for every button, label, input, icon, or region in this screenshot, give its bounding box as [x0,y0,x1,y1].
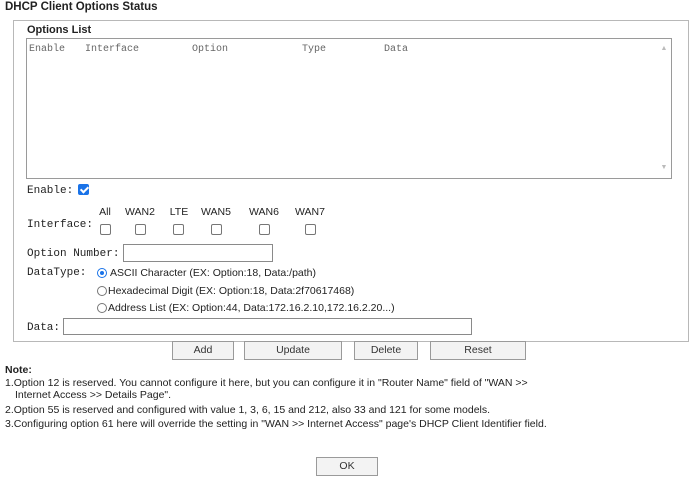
enable-label: Enable: [27,185,74,197]
ok-button[interactable]: OK [316,457,378,476]
delete-button[interactable]: Delete [354,341,418,360]
datatype-ascii-radio[interactable] [97,268,107,278]
option-number-input[interactable] [123,244,273,262]
interface-wan6-checkbox[interactable] [259,224,270,235]
datatype-address-radio[interactable] [97,303,107,313]
datatype-hex-label: Hexadecimal Digit (EX: Option:18, Data:2… [108,285,355,297]
update-button[interactable]: Update [244,341,342,360]
data-label: Data: [27,322,61,334]
options-listbox[interactable]: Enable Interface Option Type Data ▲ ▼ [26,38,672,179]
datatype-label: DataType: [27,267,87,279]
options-list-title: Options List [27,24,92,36]
interface-wan5-label: WAN5 [201,206,231,218]
datatype-ascii-label: ASCII Character (EX: Option:18, Data:/pa… [110,267,317,279]
interface-all-label: All [99,206,111,218]
note-line-1-cont: Internet Access >> Details Page". [15,389,172,401]
page-title: DHCP Client Options Status [5,1,158,13]
note-line-2: 2.Option 55 is reserved and configured w… [5,404,491,416]
interface-wan7-label: WAN7 [295,206,325,218]
add-button[interactable]: Add [172,341,234,360]
interface-all-checkbox[interactable] [100,224,111,235]
scroll-up-icon[interactable]: ▲ [660,45,668,53]
note-line-3: 3.Configuring option 61 here will overri… [5,418,547,430]
column-enable: Enable [29,44,66,55]
interface-wan2-label: WAN2 [125,206,155,218]
datatype-address-label: Address List (EX: Option:44, Data:172.16… [108,302,395,314]
interface-wan2-checkbox[interactable] [135,224,146,235]
note-line-1: 1.Option 12 is reserved. You cannot conf… [5,377,528,389]
column-interface: Interface [85,44,140,55]
interface-label: Interface: [27,219,94,231]
column-type: Type [302,44,327,55]
datatype-hex-radio[interactable] [97,286,107,296]
note-title: Note: [5,364,32,376]
column-option: Option [192,44,229,55]
interface-wan7-checkbox[interactable] [305,224,316,235]
column-data: Data [384,44,409,55]
data-input[interactable] [63,318,472,335]
reset-button[interactable]: Reset [430,341,526,360]
option-number-label: Option Number: [27,248,120,260]
interface-wan6-label: WAN6 [249,206,279,218]
interface-lte-label: LTE [169,206,189,218]
enable-checkbox[interactable] [78,184,89,195]
interface-lte-checkbox[interactable] [173,224,184,235]
scroll-down-icon[interactable]: ▼ [660,164,668,172]
interface-wan5-checkbox[interactable] [211,224,222,235]
